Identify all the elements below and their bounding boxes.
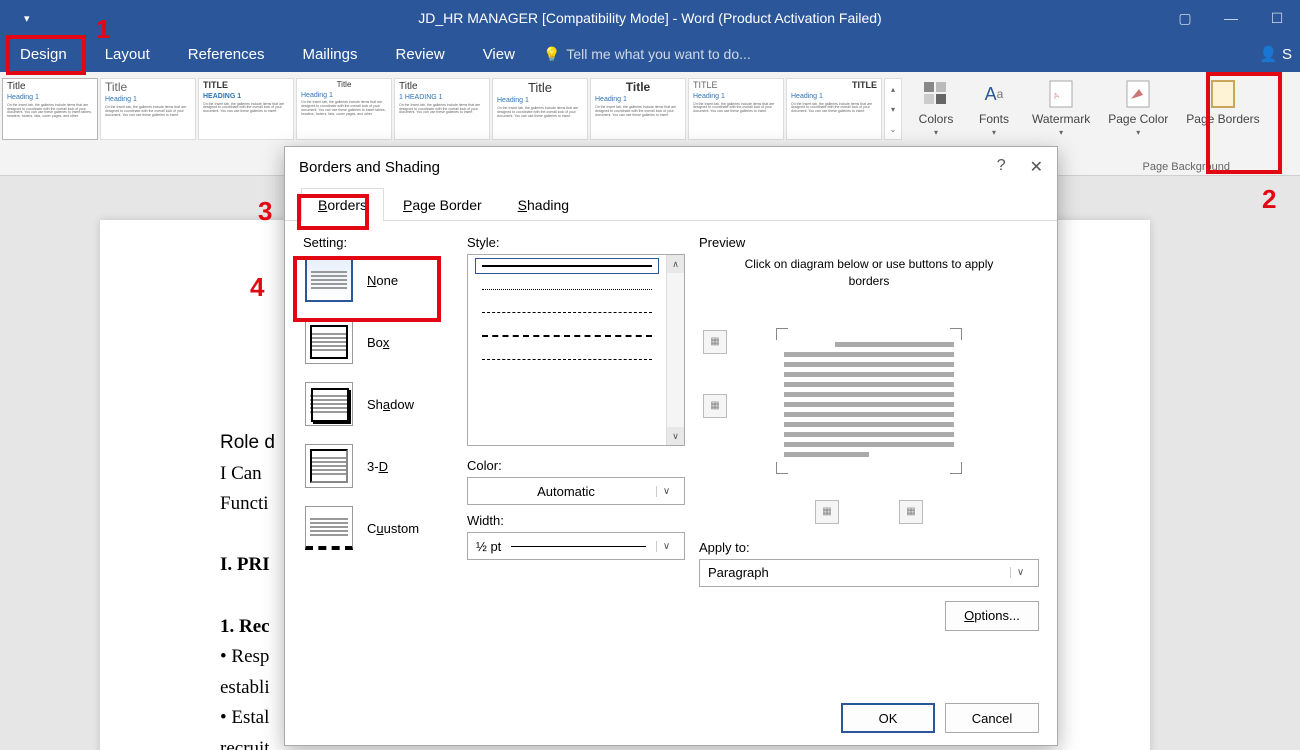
style-column: Style: ∧ ∨ Color: Automatic ∨: [467, 235, 685, 677]
border-left-button[interactable]: ▦: [815, 500, 839, 524]
tab-view[interactable]: View: [473, 38, 525, 71]
borders-shading-dialog: Borders and Shading ? ✕ Borders Page Bor…: [284, 146, 1058, 746]
setting-shadow[interactable]: Shadow: [303, 380, 453, 428]
style-gallery: Title Heading 1 On the Insert tab, the g…: [0, 76, 904, 142]
options-button[interactable]: Options...: [945, 601, 1039, 631]
chevron-down-icon: ∨: [1010, 567, 1030, 578]
setting-box[interactable]: Box: [303, 318, 453, 366]
setting-none[interactable]: None: [303, 256, 453, 304]
colors-button[interactable]: Colors▾: [910, 76, 962, 139]
dialog-footer: OK Cancel: [285, 691, 1057, 745]
callout-number-4: 4: [250, 272, 264, 303]
cancel-button[interactable]: Cancel: [945, 703, 1039, 733]
preview-area[interactable]: ▦ ▦: [699, 306, 1039, 496]
page-color-icon: [1122, 78, 1154, 110]
page-color-button[interactable]: Page Color▾: [1102, 76, 1174, 139]
preview-hint: Click on diagram below or use buttons to…: [699, 256, 1039, 290]
tab-mailings[interactable]: Mailings: [292, 38, 367, 71]
user-icon: 👤: [1259, 45, 1278, 63]
dialog-tabs: Borders Page Border Shading: [285, 187, 1057, 221]
scroll-down-icon[interactable]: ∨: [667, 427, 684, 445]
style-thumb[interactable]: TITLE Heading 1 On the Insert tab, the g…: [786, 78, 882, 140]
style-option-dashed[interactable]: [482, 335, 652, 337]
style-thumb[interactable]: Title Heading 1 On the Insert tab, the g…: [100, 78, 196, 140]
callout-number-1: 1: [96, 14, 110, 45]
tell-me-search[interactable]: 💡 Tell me what you want to do...: [543, 46, 751, 63]
tab-review[interactable]: Review: [386, 38, 455, 71]
dialog-tab-shading[interactable]: Shading: [501, 188, 586, 221]
style-thumb[interactable]: TITLE HEADING 1 On the Insert tab, the g…: [198, 78, 294, 140]
setting-custom[interactable]: Cuustom: [303, 504, 453, 552]
ok-button[interactable]: OK: [841, 703, 935, 733]
page-borders-icon: [1207, 78, 1239, 110]
tell-me-placeholder: Tell me what you want to do...: [566, 46, 750, 62]
fonts-icon: Aa: [978, 78, 1010, 110]
color-dropdown[interactable]: Automatic ∨: [467, 477, 685, 505]
setting-column: Setting: None Box Shadow 3-D Cuustom: [303, 235, 453, 677]
dialog-title: Borders and Shading: [299, 159, 440, 176]
style-option-dotted[interactable]: [482, 289, 652, 290]
setting-label: Setting:: [303, 235, 453, 250]
chevron-down-icon: ∨: [656, 486, 676, 497]
style-thumb[interactable]: Title Heading 1 On the Insert tab, the g…: [2, 78, 98, 140]
border-right-button[interactable]: ▦: [899, 500, 923, 524]
border-bottom-button[interactable]: ▦: [703, 394, 727, 418]
titlebar: ▾ JD_HR MANAGER [Compatibility Mode] - W…: [0, 0, 1300, 36]
color-label: Color:: [467, 458, 685, 473]
style-thumb[interactable]: Title Heading 1 On the Insert tab, the g…: [296, 78, 392, 140]
preview-label: Preview: [699, 235, 1039, 250]
style-thumb[interactable]: Title Heading 1 On the Insert tab, the g…: [590, 78, 686, 140]
style-option-dashdot[interactable]: [482, 359, 652, 360]
scroll-up-icon[interactable]: ∧: [667, 255, 684, 273]
apply-to-label: Apply to:: [699, 540, 1039, 555]
tab-references[interactable]: References: [178, 38, 275, 71]
gallery-more-button[interactable]: ▴▾⌄: [884, 78, 902, 140]
ribbon-display-icon[interactable]: ▢: [1162, 0, 1208, 36]
preview-column: Preview Click on diagram below or use bu…: [699, 235, 1039, 677]
ribbon-tabs: Design Layout References Mailings Review…: [0, 36, 1300, 72]
width-label: Width:: [467, 513, 685, 528]
page-borders-button[interactable]: Page Borders: [1180, 76, 1265, 139]
fonts-button[interactable]: Aa Fonts▾: [968, 76, 1020, 139]
minimize-icon[interactable]: —: [1208, 0, 1254, 36]
tab-design[interactable]: Design: [10, 38, 77, 71]
chevron-down-icon: ∨: [656, 541, 676, 552]
style-option-solid[interactable]: [482, 265, 652, 267]
style-label: Style:: [467, 235, 685, 250]
close-icon[interactable]: ✕: [1030, 157, 1043, 177]
dialog-tab-page-border[interactable]: Page Border: [386, 188, 499, 221]
callout-number-2: 2: [1262, 184, 1276, 215]
watermark-icon: A: [1045, 78, 1077, 110]
style-thumb[interactable]: Title 1 HEADING 1 On the Insert tab, the…: [394, 78, 490, 140]
ribbon-group-label: Page Background: [1143, 161, 1230, 173]
window-title: JD_HR MANAGER [Compatibility Mode] - Wor…: [418, 10, 881, 26]
width-dropdown[interactable]: ½ pt ∨: [467, 532, 685, 560]
watermark-button[interactable]: A Watermark▾: [1026, 76, 1096, 139]
style-thumb[interactable]: TITLE Heading 1 On the Insert tab, the g…: [688, 78, 784, 140]
style-list[interactable]: ∧ ∨: [467, 254, 685, 446]
border-top-button[interactable]: ▦: [703, 330, 727, 354]
qat-dropdown-icon[interactable]: ▾: [24, 12, 30, 25]
help-icon[interactable]: ?: [997, 157, 1006, 177]
dialog-titlebar: Borders and Shading ? ✕: [285, 147, 1057, 187]
colors-icon: [920, 78, 952, 110]
dialog-tab-borders[interactable]: Borders: [301, 188, 384, 221]
style-option-dashed-small[interactable]: [482, 312, 652, 313]
sign-in[interactable]: 👤 S: [1259, 45, 1292, 63]
apply-to-dropdown[interactable]: Paragraph ∨: [699, 559, 1039, 587]
bulb-icon: 💡: [543, 46, 560, 63]
window-controls: ▢ — ☐: [1162, 0, 1300, 36]
style-scrollbar[interactable]: ∧ ∨: [666, 255, 684, 445]
callout-number-3: 3: [258, 196, 272, 227]
maximize-icon[interactable]: ☐: [1254, 0, 1300, 36]
style-thumb[interactable]: Title Heading 1 On the Insert tab, the g…: [492, 78, 588, 140]
setting-3d[interactable]: 3-D: [303, 442, 453, 490]
